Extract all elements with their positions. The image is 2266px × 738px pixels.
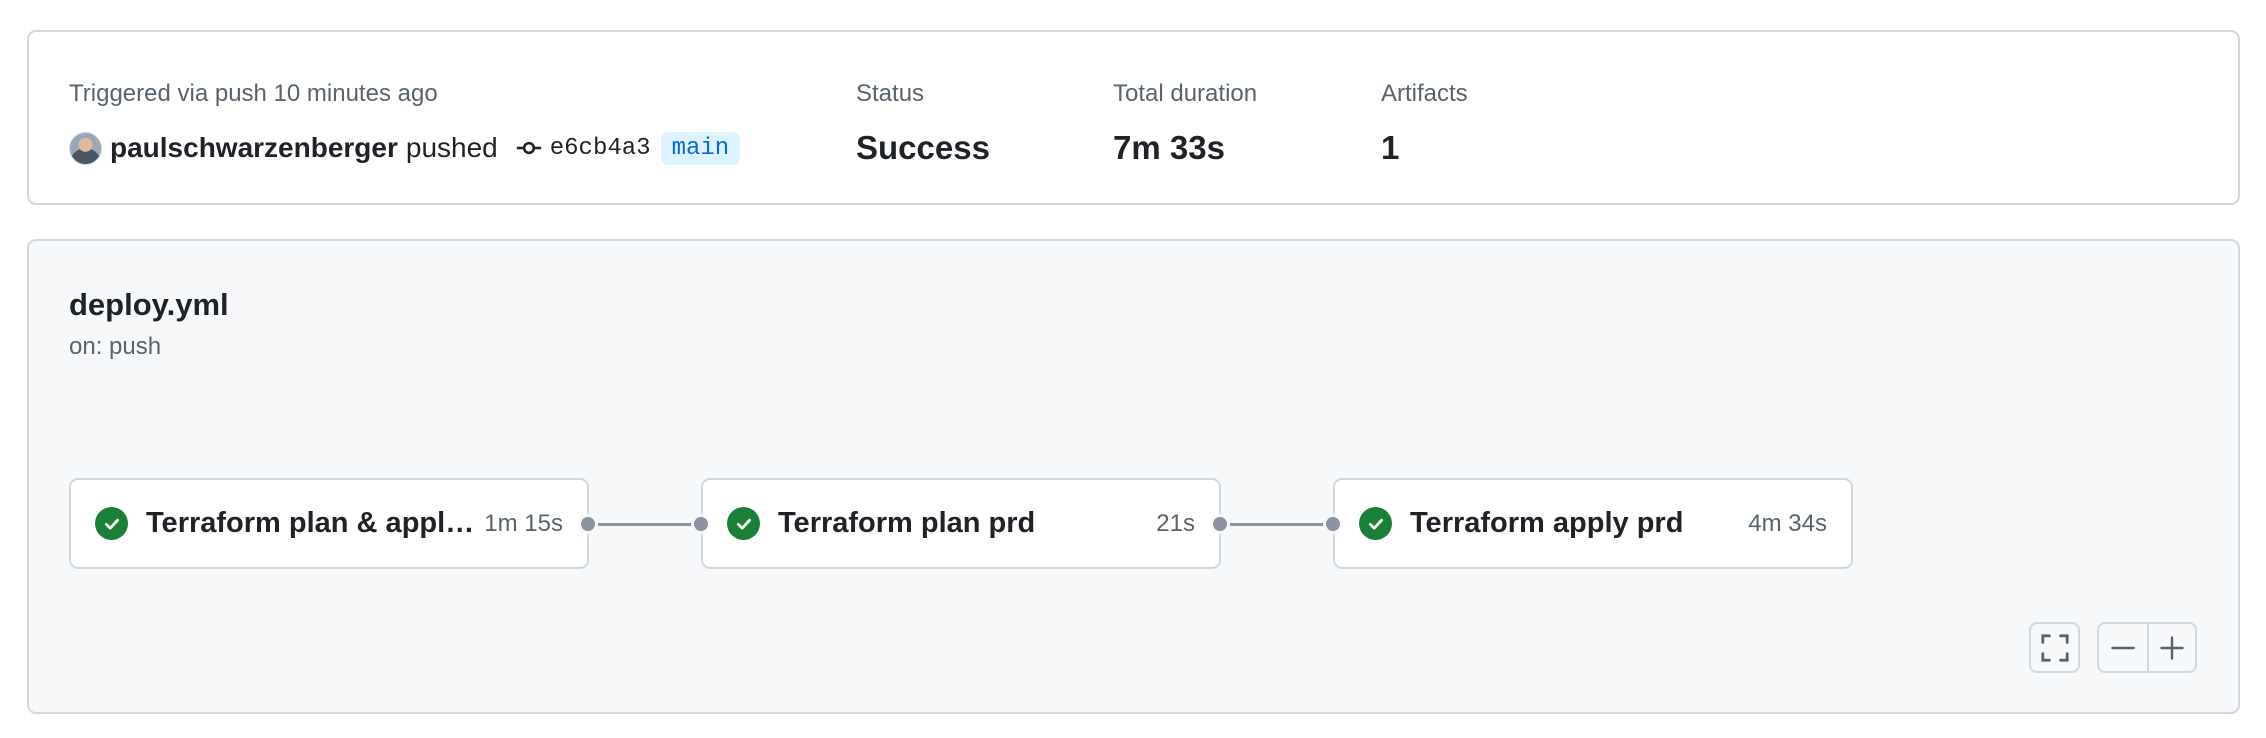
job-node[interactable]: Terraform plan & apply ... 1m 15s <box>69 478 589 569</box>
job-duration: 1m 15s <box>484 509 563 537</box>
duration-value: 7m 33s <box>1113 129 1225 166</box>
zoom-in-icon <box>2160 635 2184 660</box>
status-label: Status <box>856 80 925 107</box>
zoom-out-icon <box>2111 646 2135 649</box>
status-value: Success <box>856 129 990 166</box>
check-circle-icon <box>727 507 760 540</box>
workflow-graph: deploy.yml on: push Terraform plan & app… <box>27 239 2240 714</box>
trigger-details: paulschwarzenberger pushed e6cb4a3 main <box>69 128 741 168</box>
job-duration: 4m 34s <box>1748 509 1827 537</box>
connector-dot <box>1323 514 1343 534</box>
connector-dot <box>1210 514 1230 534</box>
connector-dot <box>578 514 598 534</box>
duration-label: Total duration <box>1113 80 1258 107</box>
workflow-file-name[interactable]: deploy.yml <box>69 287 229 323</box>
job-connector <box>1229 523 1337 526</box>
fullscreen-button[interactable] <box>2029 622 2080 673</box>
job-node[interactable]: Terraform plan prd 21s <box>701 478 1221 569</box>
artifacts-label: Artifacts <box>1381 80 1468 107</box>
job-name: Terraform plan prd <box>778 507 1036 539</box>
zoom-out-button[interactable] <box>2099 624 2147 671</box>
zoom-controls <box>2097 622 2197 673</box>
job-name: Terraform apply prd <box>1410 507 1684 539</box>
duration-section: Total duration 7m 33s <box>1113 79 1257 168</box>
trigger-text: Triggered via push 10 minutes ago <box>69 80 438 107</box>
job-duration: 21s <box>1156 509 1195 537</box>
actor-link[interactable]: paulschwarzenberger <box>110 132 398 164</box>
avatar[interactable] <box>69 131 102 165</box>
job-node[interactable]: Terraform apply prd 4m 34s <box>1333 478 1853 569</box>
run-summary-card: Triggered via push 10 minutes ago paulsc… <box>27 30 2240 205</box>
workflow-trigger: on: push <box>69 333 162 360</box>
check-circle-icon <box>95 507 128 540</box>
branch-badge[interactable]: main <box>660 131 741 165</box>
connector-dot <box>691 514 711 534</box>
action-text: pushed <box>405 132 498 163</box>
git-commit-icon <box>516 141 541 155</box>
job-name: Terraform plan & apply ... <box>146 507 475 539</box>
fullscreen-icon <box>2040 633 2069 662</box>
trigger-section: Triggered via push 10 minutes ago paulsc… <box>69 79 741 168</box>
check-circle-icon <box>1359 507 1392 540</box>
job-connector <box>597 523 705 526</box>
zoom-in-button[interactable] <box>2147 624 2195 671</box>
artifacts-count-link[interactable]: 1 <box>1381 128 1468 168</box>
artifacts-section: Artifacts 1 <box>1381 79 1468 168</box>
status-section: Status Success <box>856 79 990 168</box>
commit-sha-link[interactable]: e6cb4a3 <box>550 135 651 162</box>
